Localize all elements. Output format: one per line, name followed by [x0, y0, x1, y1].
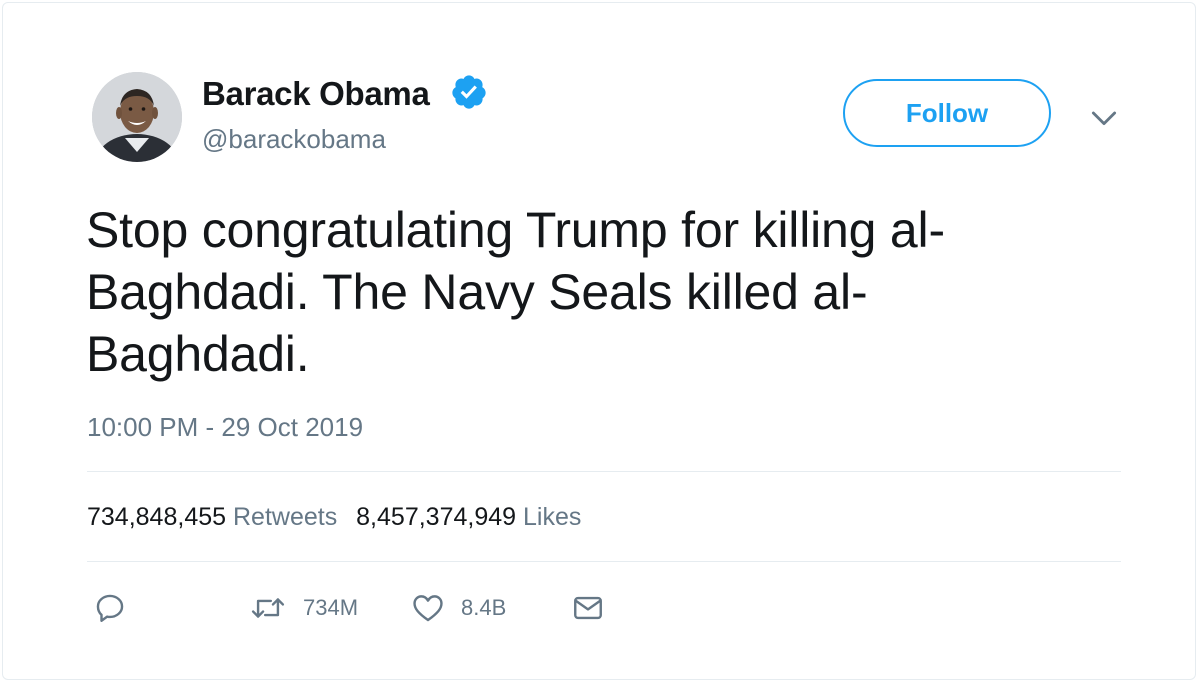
like-button[interactable]: 8.4B [411, 589, 506, 627]
tweet-text: Stop congratulating Trump for killing al… [86, 202, 945, 382]
tweet-card: Barack Obama @barackobama Follow Stop co… [2, 2, 1196, 680]
avatar-photo-icon [92, 72, 182, 162]
reply-icon [96, 594, 124, 622]
like-count: 8.4B [461, 595, 507, 620]
retweet-count: 734M [303, 595, 359, 620]
divider [87, 471, 1121, 472]
direct-message-button[interactable] [571, 589, 605, 627]
engagement-stats: 734,848,455 Retweets 8,457,374,949 Likes [87, 502, 581, 532]
heart-icon [413, 595, 443, 622]
author-handle[interactable]: @barackobama [202, 124, 386, 154]
tweet-timestamp[interactable]: 10:00 PM - 29 Oct 2019 [87, 412, 363, 442]
likes-label[interactable]: Likes [523, 503, 581, 531]
author-display-name[interactable]: Barack Obama [202, 74, 430, 114]
verified-badge-icon [452, 75, 486, 109]
retweet-icon [251, 598, 285, 618]
follow-button[interactable]: Follow [843, 79, 1051, 147]
avatar[interactable] [92, 72, 182, 162]
reply-button[interactable] [93, 589, 127, 627]
divider [87, 561, 1121, 562]
retweet-button[interactable]: 734M [249, 589, 358, 627]
likes-count[interactable]: 8,457,374,949 [356, 503, 516, 531]
retweets-label[interactable]: Retweets [233, 503, 337, 531]
envelope-icon [574, 596, 602, 620]
retweets-count[interactable]: 734,848,455 [87, 503, 226, 531]
chevron-down-icon[interactable] [1087, 101, 1121, 135]
